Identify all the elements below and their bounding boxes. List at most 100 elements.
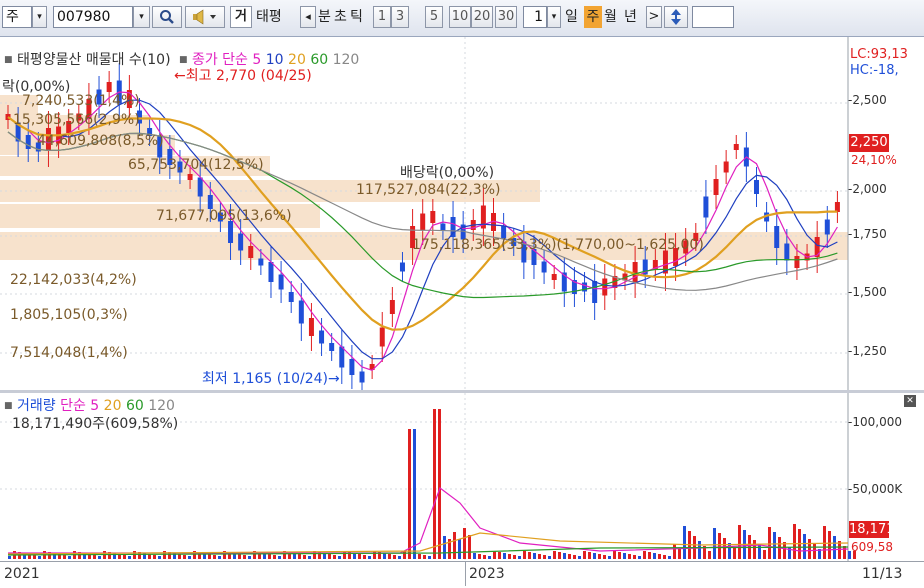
period-5-button[interactable]: 5 [425,6,443,28]
market-dropdown-icon[interactable]: ▾ [32,6,47,28]
chart-type-label: 거 [235,9,247,24]
volume-bar [638,556,641,559]
day-button[interactable]: 일 [565,6,582,28]
volume-bar [573,555,576,559]
sound-button[interactable] [185,6,225,28]
volume-bar [268,554,271,559]
volume-bar [673,544,676,559]
volume-bar [153,555,156,559]
high-marker-label: 최고 2,770 (04/25) [185,68,312,84]
volume-bar [358,554,361,559]
second-button[interactable]: 초 [334,6,350,28]
candle-body [207,195,213,209]
period-10-button[interactable]: 10 [449,6,471,28]
volume-bar [93,555,96,559]
code-dropdown-icon[interactable]: ▾ [133,6,150,28]
legend-vol-ma5: 5 [90,398,100,414]
volume-bar [663,555,666,559]
volume-bar [553,551,556,559]
volume-bar [528,552,531,559]
lc-label: LC:93,13 [850,47,908,62]
volume-bar [783,542,786,559]
volume-bar [713,528,716,559]
period-3-button[interactable]: 3 [391,6,409,28]
extra-input[interactable] [692,6,734,28]
vp-label: 15,305,566(2,9%) [13,112,140,128]
chart-type-button[interactable]: 거 [230,6,252,28]
stock-code-input[interactable]: 007980 [53,6,133,28]
volume-bar [308,556,311,559]
candle-body [238,233,244,251]
volume-bar [38,556,41,559]
search-button[interactable] [152,6,182,28]
x-label-date: 11/13 [862,566,903,582]
volume-bar [543,555,546,559]
prev-arrow-button[interactable]: ◂ [300,6,316,28]
volume-bar [248,556,251,559]
volume-bar [808,539,811,559]
candle-body [278,274,284,290]
candle-body [774,226,780,248]
tick-button[interactable]: 틱 [350,6,366,28]
candle-body [359,371,365,383]
candle-body [389,300,395,314]
legend-square-icon: ■ [178,55,188,65]
candle-body [197,177,203,197]
volume-bar [828,531,831,559]
volume-bar [458,539,461,559]
volume-bar [508,554,511,559]
candle-body [308,318,314,336]
volume-bar [683,526,686,559]
price-chart[interactable] [0,37,924,390]
price-chart-panel[interactable]: ■ 태평양물산 매물대 수(10) ■ 종가 단순 5 10 20 60 120… [0,37,924,390]
period-count-input[interactable]: 1 [523,6,547,28]
candle-body [106,82,112,92]
month-button[interactable]: 월 [604,6,622,28]
vp-label: 44,609,808(8,5%) [37,133,164,149]
vp-label: 7,514,048(1,4%) [10,345,128,361]
stock-name-field[interactable]: 태평 [256,6,300,28]
candle-body [228,221,234,243]
period-20-button[interactable]: 20 [471,6,493,28]
volume-pct-label: 609,58 [851,540,893,554]
minute-button[interactable]: 분 [318,6,334,28]
volume-bar [238,554,241,559]
volume-bar [653,553,656,559]
panel-close-icon[interactable]: ✕ [904,395,916,407]
volume-bar [618,552,621,559]
updown-button[interactable] [664,6,688,28]
market-value: 주 [6,9,19,25]
price-tick: -1,750 [848,227,887,241]
period-1-button[interactable]: 1 [373,6,391,28]
week-button[interactable]: 주 [584,6,602,28]
volume-bar [158,556,161,559]
candle-body [794,256,800,268]
volume-bar [33,555,36,559]
low-marker-label: 최저 1,165 (10/24) [202,371,329,387]
period-count-dropdown-icon[interactable]: ▾ [547,6,561,28]
candle-body [824,219,830,235]
volume-bar [658,554,661,559]
volume-bar [523,551,526,559]
candle-body [703,196,709,218]
volume-bar [123,555,126,559]
volume-bar [98,556,101,559]
period-10-label: 10 [451,9,469,24]
volume-bar [298,554,301,559]
candle-body [430,211,436,223]
period-30-button[interactable]: 30 [495,6,517,28]
market-select[interactable]: 주 [2,6,32,28]
volume-bar [843,546,846,559]
volume-bar [188,556,191,559]
next-arrow-button[interactable]: > [646,6,662,28]
volume-bar [823,526,826,559]
legend-vol-ma120: 120 [148,398,175,414]
volume-chart-panel[interactable]: ■ 거래량 단순 5 20 60 120 18,171,490주(609,58%… [0,393,924,561]
year-button[interactable]: 년 [624,6,642,28]
volume-bar [483,555,486,559]
volume-bar [583,551,586,559]
volume-bar [768,527,771,559]
candle-body [319,330,325,344]
legend-vol-ma20: 20 [103,398,122,414]
volume-bar [128,556,131,559]
